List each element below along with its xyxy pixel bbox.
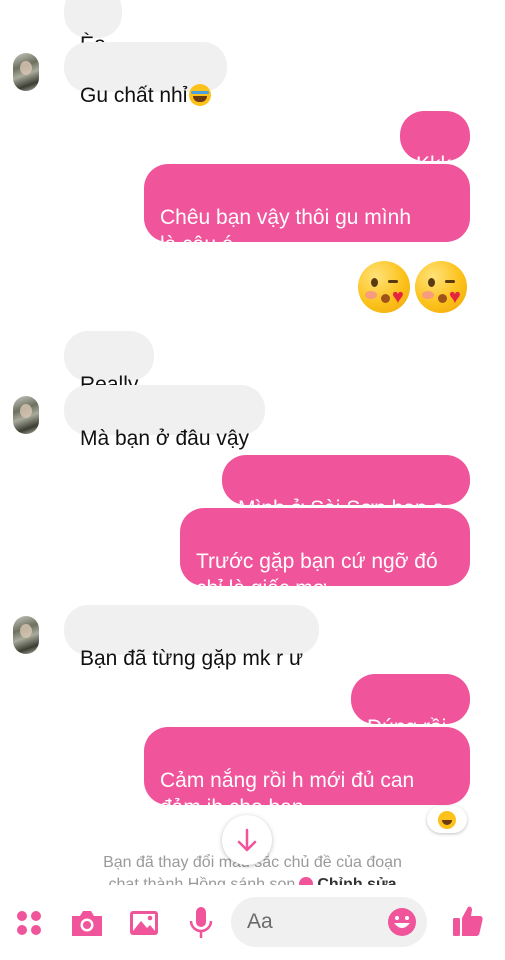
message-bubble-outgoing[interactable]: Kkk xyxy=(400,111,470,176)
message-text: Cảm nắng rồi h mới đủ can đảm ib cho bạn xyxy=(160,769,415,819)
message-bubble-outgoing[interactable]: Cảm nắng rồi h mới đủ can đảm ib cho bạn xyxy=(144,727,470,819)
message-bubble-outgoing[interactable]: Mình ở Sài Sơn bạn ạ xyxy=(222,455,470,520)
message-text: Bạn đã từng gặp mk r ư xyxy=(80,647,304,670)
message-bubble-outgoing[interactable]: Chêu bạn vậy thôi gu mình là cậu á xyxy=(144,164,470,256)
message-bubble-incoming[interactable]: Gu chất nhỉ xyxy=(64,42,228,107)
image-icon[interactable] xyxy=(128,908,160,938)
arrow-down-icon xyxy=(237,828,257,852)
message-reaction[interactable] xyxy=(427,806,467,833)
microphone-icon[interactable] xyxy=(188,905,214,941)
contact-avatar[interactable] xyxy=(13,53,39,91)
message-bubble-incoming[interactable]: Èo xyxy=(64,0,122,56)
contact-avatar[interactable] xyxy=(13,616,39,654)
message-text: Chêu bạn vậy thôi gu mình là cậu á xyxy=(160,206,411,256)
laughing-tears-emoji xyxy=(189,84,212,106)
message-text: Mà bạn ở đâu vậy xyxy=(80,427,250,450)
message-bubble-incoming[interactable]: Bạn đã từng gặp mk r ư xyxy=(64,605,320,670)
message-text: Gu chất nhỉ xyxy=(80,84,188,107)
kiss-heart-emoji[interactable]: ♥ xyxy=(415,261,467,313)
laughing-emoji xyxy=(438,811,456,829)
message-bubble-incoming[interactable]: Really xyxy=(64,331,155,396)
message-bubble-outgoing[interactable]: Trước gặp bạn cứ ngỡ đó chỉ là giấc mơ..… xyxy=(180,508,470,600)
menu-dots-icon[interactable] xyxy=(14,908,44,938)
message-bubble-incoming[interactable]: Mà bạn ở đâu vậy xyxy=(64,385,266,450)
message-text: Trước gặp bạn cứ ngỡ đó chỉ là giấc mơ..… xyxy=(196,550,438,600)
camera-icon[interactable] xyxy=(69,907,105,939)
message-input-placeholder: Aa xyxy=(247,910,273,933)
message-bubble-outgoing[interactable]: Đúng rồi xyxy=(351,674,470,739)
contact-avatar[interactable] xyxy=(13,396,39,434)
scroll-to-bottom-button[interactable] xyxy=(222,815,272,865)
thumbs-up-icon[interactable] xyxy=(451,904,485,938)
kiss-heart-emoji[interactable]: ♥ xyxy=(358,261,410,313)
emoji-icon[interactable] xyxy=(386,906,418,938)
